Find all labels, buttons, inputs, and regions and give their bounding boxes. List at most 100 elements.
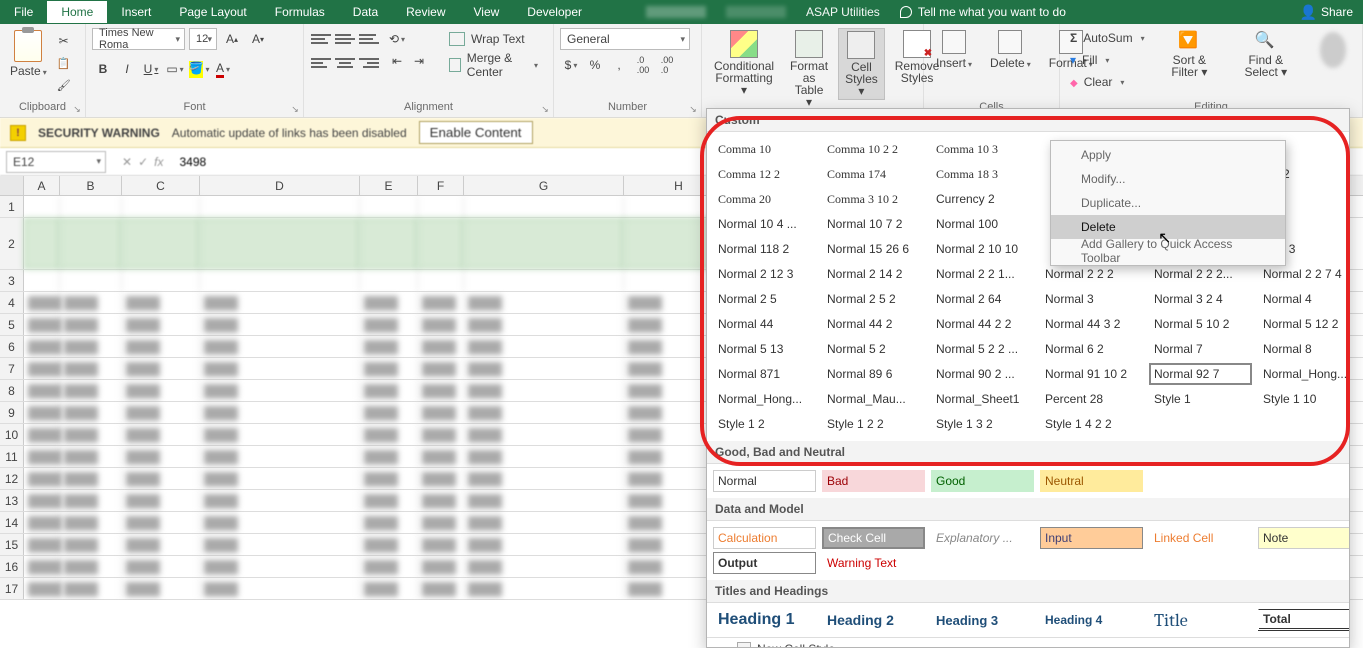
style-item[interactable]: Linked Cell: [1149, 527, 1252, 549]
style-item[interactable]: Style 1 4 2 2: [1040, 413, 1143, 435]
style-item[interactable]: Normal 2 2 7 4: [1258, 263, 1350, 285]
style-item[interactable]: Comma 174: [822, 163, 925, 185]
tab-asap[interactable]: ASAP Utilities: [806, 5, 880, 19]
style-item[interactable]: Comma 18 3: [931, 163, 1034, 185]
cell[interactable]: [200, 218, 360, 269]
style-item[interactable]: Normal 3 2 4: [1149, 288, 1252, 310]
tab-formulas[interactable]: Formulas: [261, 1, 339, 23]
cell[interactable]: ████: [200, 490, 360, 511]
cell[interactable]: ████: [360, 402, 418, 423]
sort-filter-button[interactable]: Sort & Filter ▾: [1157, 28, 1223, 80]
cell[interactable]: ████: [360, 556, 418, 577]
style-item[interactable]: Title: [1149, 609, 1252, 631]
fx-icon[interactable]: fx: [154, 155, 163, 169]
cell[interactable]: ████: [60, 314, 122, 335]
cell[interactable]: [360, 270, 418, 291]
cell[interactable]: ████: [200, 512, 360, 533]
cell[interactable]: ████: [418, 336, 464, 357]
cell[interactable]: ████: [24, 336, 60, 357]
fill-button[interactable]: Fill: [1066, 50, 1149, 70]
style-item[interactable]: Normal 4: [1258, 288, 1350, 310]
find-select-button[interactable]: Find & Select ▾: [1230, 28, 1301, 80]
style-item[interactable]: Normal_Sheet1: [931, 388, 1034, 410]
align-bottom[interactable]: [358, 28, 380, 50]
cell[interactable]: [464, 196, 624, 217]
style-item[interactable]: Normal 15 26 6: [822, 238, 925, 260]
new-cell-style-button[interactable]: New Cell Style...: [707, 637, 1349, 648]
cell[interactable]: ████: [122, 336, 200, 357]
cell[interactable]: [418, 270, 464, 291]
cell[interactable]: ████: [60, 402, 122, 423]
cell[interactable]: ████: [464, 578, 624, 599]
row-header[interactable]: 16: [0, 556, 24, 577]
cell[interactable]: ████: [360, 380, 418, 401]
context-menu-item[interactable]: Delete: [1051, 215, 1285, 239]
style-item[interactable]: Normal_Mau...: [822, 388, 925, 410]
merge-center-button[interactable]: Merge & Center: [440, 54, 547, 76]
cell[interactable]: ████: [200, 336, 360, 357]
cut-button[interactable]: [55, 32, 73, 50]
style-item[interactable]: Style 1 2: [713, 413, 816, 435]
clipboard-launcher[interactable]: [71, 103, 83, 115]
style-item[interactable]: Normal_Hong...: [1258, 363, 1350, 385]
style-item[interactable]: Normal 8: [1258, 338, 1350, 360]
row-header[interactable]: 5: [0, 314, 24, 335]
cell[interactable]: [24, 196, 60, 217]
cell[interactable]: ████: [60, 534, 122, 555]
cell[interactable]: ████: [418, 556, 464, 577]
cell[interactable]: ████: [24, 292, 60, 313]
row-header[interactable]: 8: [0, 380, 24, 401]
cell[interactable]: ████: [360, 358, 418, 379]
cell[interactable]: [464, 270, 624, 291]
number-format-combo[interactable]: General: [560, 28, 690, 50]
cell[interactable]: ████: [360, 424, 418, 445]
cell[interactable]: ████: [60, 292, 122, 313]
align-center[interactable]: [334, 52, 356, 74]
row-header[interactable]: 17: [0, 578, 24, 599]
cell[interactable]: ████: [24, 402, 60, 423]
align-middle[interactable]: [334, 28, 356, 50]
style-item[interactable]: Normal_Hong...: [713, 388, 816, 410]
style-item[interactable]: Normal 5 10 2: [1149, 313, 1252, 335]
cell[interactable]: ████: [122, 446, 200, 467]
style-item[interactable]: Normal 2 2 2...: [1149, 263, 1252, 285]
style-item[interactable]: Normal 2 14 2: [822, 263, 925, 285]
tab-view[interactable]: View: [460, 1, 514, 23]
share-button[interactable]: Share: [1321, 5, 1353, 19]
align-left[interactable]: [310, 52, 332, 74]
tab-data[interactable]: Data: [339, 1, 392, 23]
cell[interactable]: ████: [360, 468, 418, 489]
align-top[interactable]: [310, 28, 332, 50]
cell[interactable]: ████: [360, 490, 418, 511]
cell[interactable]: [200, 196, 360, 217]
cell[interactable]: ████: [360, 512, 418, 533]
user-avatar[interactable]: [1320, 32, 1347, 68]
row-header[interactable]: 11: [0, 446, 24, 467]
cell[interactable]: ████: [418, 490, 464, 511]
row-header[interactable]: 9: [0, 402, 24, 423]
style-item[interactable]: Heading 4: [1040, 609, 1143, 631]
clear-button[interactable]: Clear: [1066, 72, 1149, 92]
cell[interactable]: ████: [418, 578, 464, 599]
column-header[interactable]: A: [24, 176, 60, 195]
currency-button[interactable]: $: [560, 54, 582, 76]
cell[interactable]: ████: [464, 358, 624, 379]
style-item[interactable]: Normal 2 5 2: [822, 288, 925, 310]
cell[interactable]: ████: [24, 490, 60, 511]
cell[interactable]: [122, 270, 200, 291]
row-header[interactable]: 13: [0, 490, 24, 511]
style-item[interactable]: Input: [1040, 527, 1143, 549]
row-header[interactable]: 7: [0, 358, 24, 379]
column-header[interactable]: E: [360, 176, 418, 195]
alignment-launcher[interactable]: [539, 103, 551, 115]
cell[interactable]: ████: [122, 534, 200, 555]
underline-button[interactable]: U: [140, 58, 162, 80]
cell[interactable]: ████: [122, 358, 200, 379]
font-size-combo[interactable]: 12: [189, 28, 217, 50]
style-item[interactable]: Normal 44 2: [822, 313, 925, 335]
cancel-formula-icon[interactable]: ✕: [122, 155, 132, 169]
border-button[interactable]: ▭: [164, 58, 186, 80]
style-item[interactable]: Normal 44: [713, 313, 816, 335]
cell[interactable]: ████: [464, 534, 624, 555]
tab-developer[interactable]: Developer: [513, 1, 596, 23]
